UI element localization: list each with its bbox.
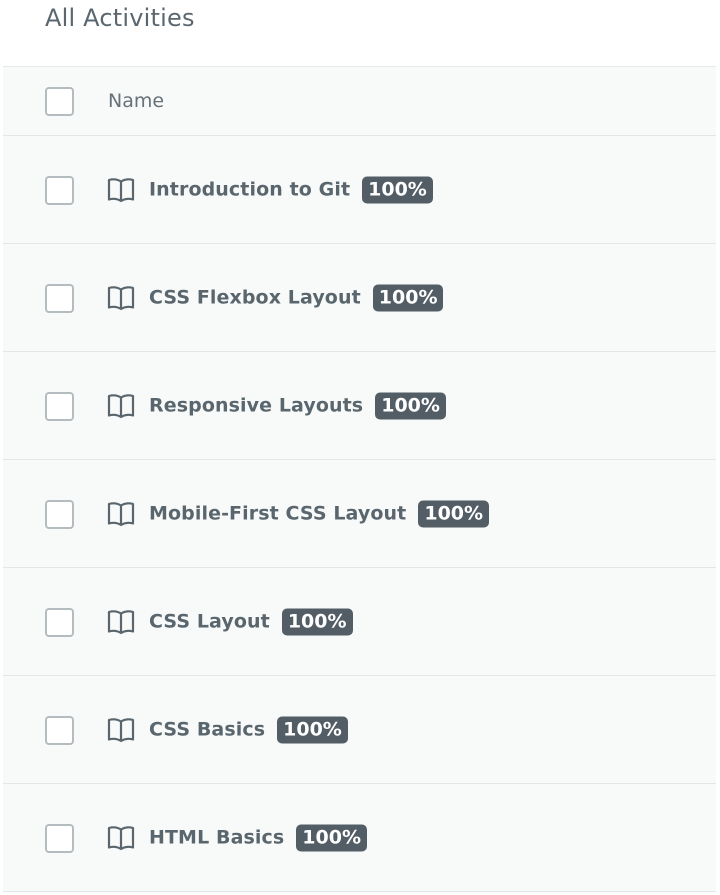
table-row[interactable]: HTML Basics 100% [3, 784, 716, 892]
activities-table: Name Introduction to Git 100% CSS Flexbo… [3, 66, 716, 892]
progress-badge: 100% [375, 392, 446, 419]
activity-name-link[interactable]: CSS Flexbox Layout [149, 287, 361, 309]
table-row[interactable]: Responsive Layouts 100% [3, 352, 716, 460]
progress-badge: 100% [296, 824, 367, 851]
activity-name-link[interactable]: CSS Basics [149, 719, 265, 741]
row-checkbox[interactable] [45, 391, 74, 421]
progress-badge: 100% [277, 716, 348, 743]
row-checkbox[interactable] [45, 175, 74, 205]
book-icon [107, 717, 135, 743]
activity-name-link[interactable]: Introduction to Git [149, 179, 350, 201]
progress-badge: 100% [281, 608, 353, 635]
progress-badge: 100% [418, 500, 490, 527]
activity-cell: CSS Flexbox Layout 100% [107, 284, 444, 311]
column-header-name[interactable]: Name [108, 90, 164, 112]
activity-cell: HTML Basics 100% [107, 824, 367, 851]
activity-cell: CSS Basics 100% [107, 716, 348, 743]
activity-cell: Responsive Layouts 100% [107, 392, 446, 419]
activity-name-link[interactable]: Responsive Layouts [149, 395, 363, 417]
activities-page: All Activities Name Introduction to Git … [0, 0, 720, 895]
row-checkbox[interactable] [45, 499, 74, 529]
page-title: All Activities [45, 4, 195, 32]
book-icon [107, 285, 135, 311]
table-row[interactable]: Mobile-First CSS Layout 100% [3, 460, 716, 568]
table-row[interactable]: CSS Layout 100% [3, 568, 716, 676]
progress-badge: 100% [372, 284, 444, 311]
book-icon [107, 825, 135, 851]
book-icon [107, 609, 135, 635]
activity-name-link[interactable]: CSS Layout [149, 611, 270, 633]
book-icon [107, 501, 135, 527]
activity-cell: Introduction to Git 100% [107, 176, 433, 203]
row-checkbox[interactable] [45, 607, 74, 637]
row-checkbox[interactable] [45, 283, 74, 313]
book-icon [107, 177, 135, 203]
table-header: Name [3, 67, 716, 136]
activity-cell: Mobile-First CSS Layout 100% [107, 500, 490, 527]
book-icon [107, 393, 135, 419]
table-row[interactable]: CSS Flexbox Layout 100% [3, 244, 716, 352]
row-checkbox[interactable] [45, 715, 74, 745]
table-row[interactable]: CSS Basics 100% [3, 676, 716, 784]
activity-name-link[interactable]: HTML Basics [149, 827, 284, 849]
activity-name-link[interactable]: Mobile-First CSS Layout [149, 503, 406, 525]
table-row[interactable]: Introduction to Git 100% [3, 136, 716, 244]
select-all-checkbox[interactable] [45, 87, 74, 116]
row-checkbox[interactable] [45, 823, 74, 853]
activity-cell: CSS Layout 100% [107, 608, 353, 635]
progress-badge: 100% [362, 176, 433, 203]
